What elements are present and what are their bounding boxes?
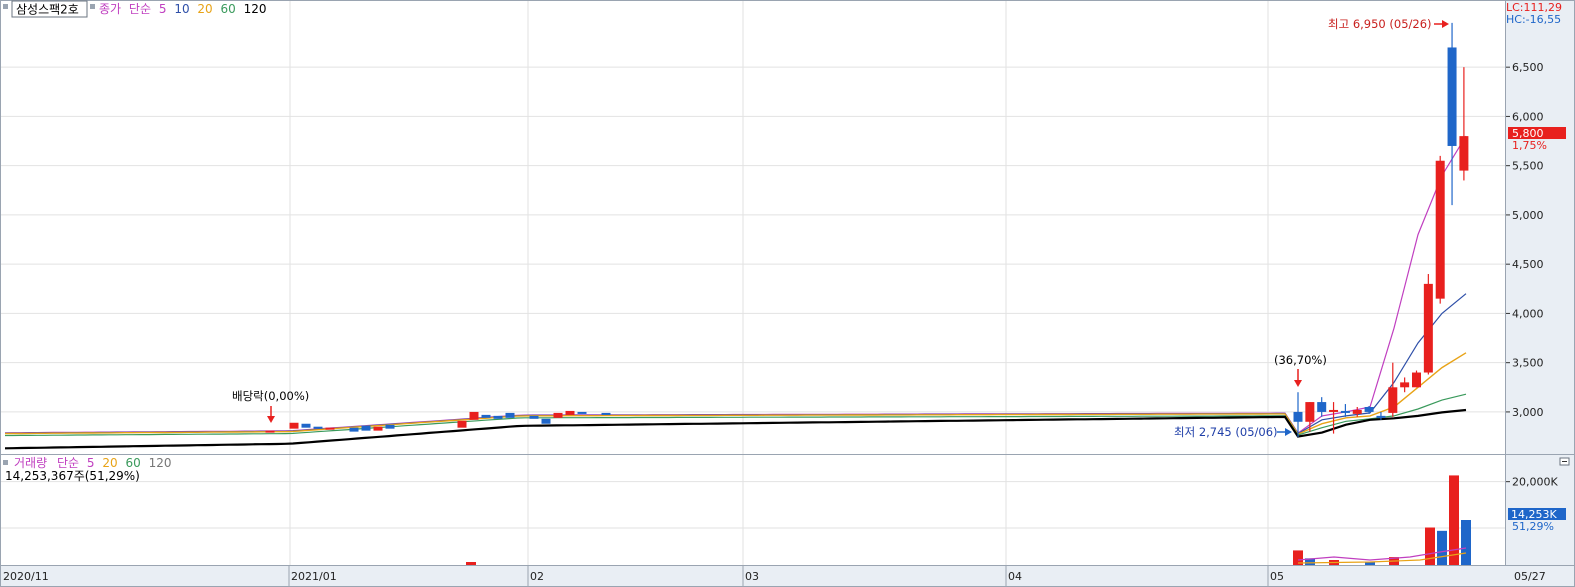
x-tick-label: 02 [530, 570, 544, 583]
hist-candle [313, 426, 323, 429]
candle-body [1329, 409, 1339, 412]
x-tick-label: 05/27 [1514, 570, 1546, 583]
candle-body [1364, 407, 1374, 412]
candle-body [1317, 402, 1327, 412]
volume-legend-toggle-icon[interactable] [3, 460, 8, 465]
vlegend-ma60: 60 [125, 456, 140, 470]
hist-candle [553, 412, 563, 418]
volume-bar [1461, 520, 1471, 565]
low-annotation: 최저 2,745 (05/06) [1174, 425, 1278, 439]
hist-candle [481, 414, 491, 418]
hist-candle [457, 420, 467, 428]
y-tick-label: 6,000 [1512, 110, 1544, 123]
stock-chart: 6,500 6,000 5,500 5,000 4,500 4,000 3,500 3,000… [0, 0, 1575, 587]
y-tick-label: 5,000 [1512, 209, 1544, 222]
hist-candle [373, 426, 383, 431]
high-annotation: 최고 6,950 (05/26) [1328, 17, 1432, 31]
y-tick-label: 4,500 [1512, 258, 1544, 271]
legend-ma10: 10 [174, 2, 189, 16]
legend-ma60: 60 [221, 2, 236, 16]
hist-candle [325, 427, 335, 430]
x-tick-label: 2020/11 [3, 570, 49, 583]
hist-candle [469, 411, 479, 420]
volume-legend: 거래량 단순 5 20 60 120 [14, 456, 171, 470]
vol-y-tick-label: 20,000K [1512, 476, 1558, 489]
candle-body [1412, 372, 1421, 388]
candle-body [1352, 409, 1362, 414]
candle-body [1388, 387, 1398, 413]
legend-options-icon[interactable] [90, 4, 95, 9]
vlegend-ma20: 20 [102, 456, 117, 470]
date-axis-panel [0, 566, 1575, 587]
hist-candle [265, 430, 275, 433]
chart-canvas: 6,500 6,000 5,500 5,000 4,500 4,000 3,500 3,000… [0, 0, 1575, 587]
y-tick-label: 4,000 [1512, 307, 1544, 320]
volume-badge-pct: 51,29% [1512, 520, 1554, 533]
hist-candle [301, 423, 311, 428]
y-tick-label: 5,500 [1512, 160, 1544, 173]
hist-candle [577, 411, 587, 414]
y-tick-label: 6,500 [1512, 61, 1544, 74]
hist-candle [289, 422, 299, 429]
volume-bar-small [466, 562, 476, 565]
x-tick-label: 05 [1270, 570, 1284, 583]
candle-body [1340, 410, 1350, 413]
y-tick-label: 3,500 [1512, 357, 1544, 370]
candle-body [1305, 402, 1315, 422]
volume-bar [1449, 475, 1459, 565]
hc-label: HC:-16,55 [1506, 13, 1561, 26]
hist-candle [565, 410, 575, 415]
y-tick-label: 3,000 [1512, 406, 1544, 419]
hist-candle [349, 427, 359, 432]
hist-candle [361, 425, 371, 431]
legend-close: 종가 [99, 2, 121, 16]
candle-body [1435, 160, 1445, 299]
vlegend-ma5: 5 [87, 456, 95, 470]
hist-candle [601, 412, 611, 415]
stock-name: 삼성스팩2호 [16, 3, 79, 17]
candle-body [1459, 136, 1469, 171]
dividend-annotation: 배당락(0,00%) [232, 389, 309, 403]
hist-candle [541, 418, 551, 424]
legend-toggle-icon[interactable] [3, 4, 8, 9]
hist-candle [529, 415, 539, 419]
hist-candle [505, 412, 515, 418]
x-tick-label: 03 [745, 570, 759, 583]
legend-simple: 단순 [129, 2, 151, 16]
candle-body [1400, 382, 1410, 388]
vlegend-simple: 단순 [57, 456, 79, 470]
x-tick-label: 2021/01 [291, 570, 337, 583]
volume-info: 14,253,367주(51,29%) [5, 469, 140, 483]
legend-ma20: 20 [197, 2, 212, 16]
candle-body [1293, 411, 1303, 422]
vlegend-volume: 거래량 [14, 456, 47, 470]
x-tick-label: 04 [1008, 570, 1022, 583]
candle-body [1423, 283, 1433, 373]
volume-bar [1437, 530, 1447, 565]
legend-ma120: 120 [244, 2, 267, 16]
price-badge-pct: 1,75% [1512, 139, 1547, 152]
vlegend-ma120: 120 [149, 456, 172, 470]
percent-annotation: (36,70%) [1274, 353, 1327, 367]
legend-ma5: 5 [159, 2, 167, 16]
hist-candle [493, 415, 503, 419]
hist-candle [385, 424, 395, 429]
candle-body [1376, 415, 1386, 418]
candle-body [1447, 47, 1457, 146]
